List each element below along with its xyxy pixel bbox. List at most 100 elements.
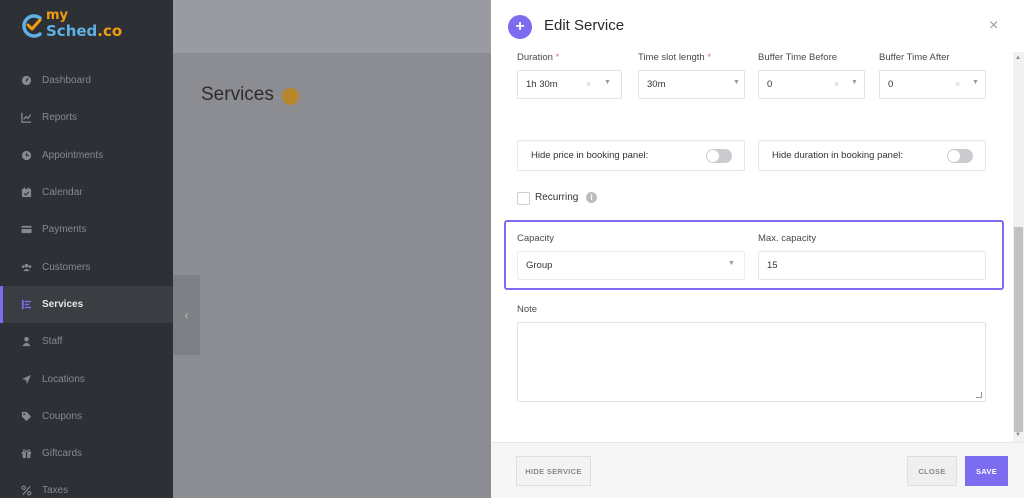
clock-icon [21,150,32,161]
modal-scrollbar[interactable]: ▲ ▼ [1013,52,1024,442]
buffer-before-label: Buffer Time Before [758,52,838,63]
sidebar-item-label: Payments [42,224,87,236]
capacity-label: Capacity [517,233,554,244]
buffer-after-value: 0 [888,79,894,90]
note-label: Note [517,304,538,315]
location-arrow-icon [21,374,32,385]
sidebar-item-staff[interactable]: Staff [0,323,173,360]
duration-select[interactable]: 1h 30m × ▼ [517,70,622,99]
note-textarea[interactable] [517,322,986,402]
user-icon [21,336,32,347]
hide-service-button[interactable]: HIDE SERVICE [516,456,591,486]
chevron-down-icon: ▼ [972,79,979,86]
sidebar-item-taxes[interactable]: Taxes [0,472,173,498]
sidebar-item-customers[interactable]: Customers [0,248,173,285]
time-slot-label: Time slot length * [638,52,712,63]
brand-logo[interactable]: my Sched.co [20,8,130,44]
edit-service-modal: + Edit Service × Duration * 1h 30m × ▼ T… [491,0,1024,498]
sidebar-item-coupons[interactable]: Coupons [0,398,173,435]
capacity-value: Group [526,260,553,271]
duration-value: 1h 30m [526,79,558,90]
sidebar-item-label: Coupons [42,410,83,422]
sidebar-item-label: Services [42,298,84,310]
sidebar-item-label: Locations [42,373,85,385]
buffer-before-value: 0 [767,79,773,90]
card-icon [21,224,32,235]
scroll-down-icon[interactable]: ▼ [1015,432,1021,438]
hide-duration-toggle-row: Hide duration in booking panel: [758,140,986,171]
chevron-down-icon: ▼ [733,79,740,86]
max-capacity-value: 15 [767,260,778,271]
sidebar-item-calendar[interactable]: Calendar [0,174,173,211]
sidebar-item-label: Customers [42,261,91,273]
chevron-down-icon: ▼ [728,260,735,267]
brand-line2: Sched.co [46,22,123,40]
resize-grip [976,392,982,398]
sidebar-item-dashboard[interactable]: Dashboard [0,62,173,99]
capacity-select[interactable]: Group ▼ [517,251,745,280]
hide-duration-label: Hide duration in booking panel: [772,150,903,161]
scroll-thumb[interactable] [1014,227,1023,432]
percent-icon [21,485,32,496]
buffer-after-select[interactable]: 0 × ▼ [879,70,986,99]
sidebar-item-appointments[interactable]: Appointments [0,137,173,174]
tag-icon [21,411,32,422]
users-icon [21,262,32,273]
sidebar-item-label: Reports [42,112,78,124]
list-icon [21,299,32,310]
resize-grip-icon[interactable] [976,392,982,398]
sidebar-item-label: Appointments [42,149,104,161]
sidebar-item-label: Staff [42,336,63,348]
save-button[interactable]: SAVE [965,456,1008,486]
chart-icon [21,112,32,124]
close-button[interactable]: CLOSE [907,456,957,486]
top-bar [173,0,491,53]
sidebar-item-payments[interactable]: Payments [0,211,173,248]
gift-icon [21,448,32,459]
info-icon[interactable]: i [586,192,597,203]
buffer-after-label: Buffer Time After [879,52,950,63]
modal-footer: HIDE SERVICE CLOSE SAVE [491,442,1024,498]
recurring-checkbox[interactable] [517,192,530,205]
hide-price-toggle-row: Hide price in booking panel: [517,140,745,171]
buffer-before-select[interactable]: 0 × ▼ [758,70,865,99]
modal-title: Edit Service [544,17,625,34]
sidebar-item-label: Dashboard [42,75,91,87]
sidebar-item-label: Taxes [42,485,69,497]
sidebar-item-locations[interactable]: Locations [0,360,173,397]
switch-knob [948,150,960,162]
hide-price-label: Hide price in booking panel: [531,150,649,161]
sidebar-item-giftcards[interactable]: Giftcards [0,435,173,472]
modal-header: + Edit Service × [491,0,1024,50]
time-slot-value: 30m [647,79,666,90]
time-slot-select[interactable]: 30m ▼ [638,70,745,99]
dashboard-icon [21,75,32,86]
clear-icon[interactable]: × [586,79,591,89]
chevron-left-icon: ‹ [184,308,189,322]
clear-icon[interactable]: × [834,79,839,89]
scroll-up-icon[interactable]: ▲ [1015,55,1021,61]
services-count-badge [282,88,299,105]
plus-icon: + [508,15,532,39]
calendar-icon [21,187,32,198]
chevron-down-icon: ▼ [604,79,611,86]
recurring-label: Recurring [535,192,579,203]
page-title: Services [201,84,274,105]
sidebar-nav: Dashboard Reports Appointments Calendar … [0,62,173,498]
sidebar-collapse-button[interactable]: ‹ [173,275,200,355]
max-capacity-input[interactable]: 15 [758,251,986,280]
hide-duration-switch[interactable] [947,149,973,163]
switch-knob [707,150,719,162]
brand-line1: my [46,8,69,23]
hide-price-switch[interactable] [706,149,732,163]
clear-icon[interactable]: × [955,79,960,89]
sidebar-item-label: Calendar [42,187,83,199]
sidebar-item-reports[interactable]: Reports [0,99,173,136]
chevron-down-icon: ▼ [851,79,858,86]
sidebar-item-label: Giftcards [42,448,83,460]
sidebar: my Sched.co Dashboard Reports Appointmen… [0,0,173,498]
calendar-check-logo-icon [22,14,42,38]
max-capacity-label: Max. capacity [758,233,817,244]
sidebar-item-services[interactable]: Services [0,285,173,324]
close-icon[interactable]: × [989,17,998,35]
